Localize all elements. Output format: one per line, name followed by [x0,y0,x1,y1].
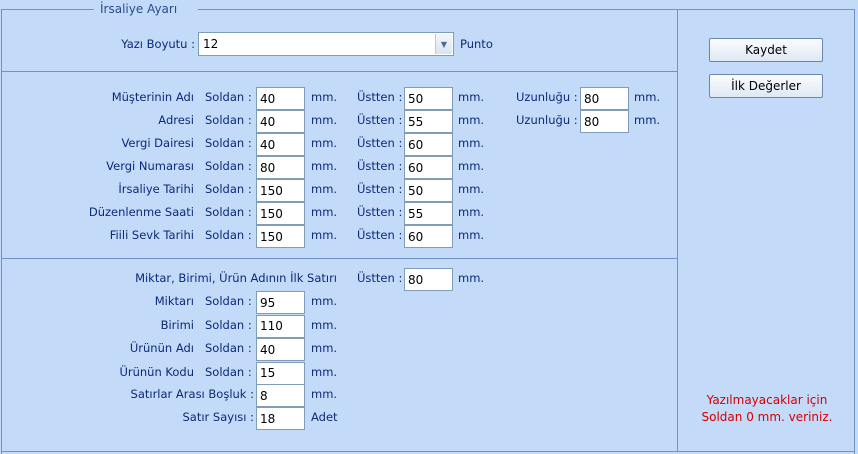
soldan-label: Soldan : [205,317,252,332]
ustten-label: Üstten : [357,159,403,173]
soldan-mm: mm. [311,113,338,127]
soldan-label: Soldan : [205,90,252,104]
frame-top-right [198,9,854,10]
row-count-unit: Adet [311,410,338,424]
soldan-label: Soldan : [205,159,252,173]
item-label: Birimi [160,317,194,332]
item-soldan-input[interactable] [256,361,305,385]
field-label: Adresi [158,113,194,127]
soldan-mm: mm. [311,159,338,173]
field-label: Müşterinin Adı [111,90,194,104]
soldan-label: Soldan : [205,205,252,219]
first-row-mm: mm. [458,271,485,285]
soldan-mm: mm. [311,90,338,104]
soldan-mm: mm. [311,182,338,196]
soldan-input[interactable] [256,110,305,133]
item-label: Ürünün Kodu [119,364,194,379]
field-label: Vergi Dairesi [121,136,194,150]
field-label: Düzenlenme Saati [88,205,194,219]
item-soldan-input[interactable] [256,338,305,361]
ustten-mm: mm. [458,90,485,104]
frame-left [1,9,2,454]
ustten-label: Üstten : [357,136,403,150]
soldan-label: Soldan : [205,113,252,127]
field-label: Vergi Numarası [106,159,194,173]
panel-divider-vertical [677,9,678,452]
field-label: İrsaliye Tarihi [118,182,194,196]
spacing-label: Satırlar Arası Boşluk : [130,387,254,401]
ustten-input[interactable] [404,179,453,202]
ustten-mm: mm. [458,159,485,173]
ustten-input[interactable] [404,156,453,179]
soldan-input[interactable] [256,87,305,110]
spacing-mm: mm. [311,387,338,401]
item-mm: mm. [311,364,338,379]
ustten-mm: mm. [458,182,485,196]
soldan-mm: mm. [311,228,338,242]
ustten-mm: mm. [458,205,485,219]
defaults-button[interactable]: İlk Değerler [709,74,823,98]
frame-top-left [1,9,95,10]
soldan-label: Soldan : [205,341,252,355]
soldan-mm: mm. [311,205,338,219]
item-soldan-input[interactable] [256,291,305,314]
soldan-label: Soldan : [205,182,252,196]
font-size-label: Yazı Boyutu : [121,37,195,51]
first-row-ustten-input[interactable] [404,268,453,291]
section-divider-1 [1,71,677,72]
field-label: Fiili Sevk Tarihi [109,228,194,242]
item-mm: mm. [311,317,338,332]
ustten-input[interactable] [404,110,453,133]
ustten-input[interactable] [404,87,453,110]
ustten-mm: mm. [458,228,485,242]
item-mm: mm. [311,294,338,308]
soldan-mm: mm. [311,136,338,150]
first-row-ustten-label: Üstten : [357,271,403,285]
uzunluk-label: Uzunluğu : [516,90,578,104]
soldan-input[interactable] [256,225,305,248]
ustten-label: Üstten : [357,113,403,127]
soldan-label: Soldan : [205,364,252,379]
ustten-label: Üstten : [357,90,403,104]
soldan-label: Soldan : [205,294,252,308]
soldan-input[interactable] [256,179,305,202]
item-label: Miktarı [154,294,194,308]
frame-right [854,9,855,454]
font-size-combo[interactable]: 12 ▼ [198,32,454,56]
ustten-mm: mm. [458,113,485,127]
item-mm: mm. [311,341,338,355]
ustten-input[interactable] [404,133,453,156]
uzunluk-label: Uzunluğu : [516,113,578,127]
ustten-label: Üstten : [357,205,403,219]
soldan-input[interactable] [256,133,305,156]
ustten-mm: mm. [458,136,485,150]
chevron-down-icon[interactable]: ▼ [435,34,452,54]
uzunluk-mm: mm. [634,90,661,104]
item-soldan-input[interactable] [256,314,305,338]
uzunluk-input[interactable] [580,87,629,110]
ustten-input[interactable] [404,202,453,225]
ustten-input[interactable] [404,225,453,248]
frame-bottom [1,451,855,452]
first-row-label: Miktar, Birimi, Ürün Adının İlk Satırı [135,271,337,285]
soldan-label: Soldan : [205,136,252,150]
uzunluk-mm: mm. [634,113,661,127]
soldan-label: Soldan : [205,228,252,242]
ustten-label: Üstten : [357,182,403,196]
item-label: Ürünün Adı [129,341,194,355]
uzunluk-input[interactable] [580,110,629,133]
row-count-label: Satır Sayısı : [182,410,255,424]
ustten-label: Üstten : [357,228,403,242]
section-divider-2 [1,258,677,259]
soldan-input[interactable] [256,202,305,225]
soldan-input[interactable] [256,156,305,179]
font-unit-label: Punto [460,37,493,51]
hint-note: Yazılmayacaklar için Soldan 0 mm. verini… [701,393,833,424]
spacing-input[interactable] [256,384,305,407]
row-count-input[interactable] [256,407,305,430]
save-button[interactable]: Kaydet [709,38,823,62]
group-title: İrsaliye Ayarı [94,2,184,16]
font-size-value: 12 [203,37,219,51]
